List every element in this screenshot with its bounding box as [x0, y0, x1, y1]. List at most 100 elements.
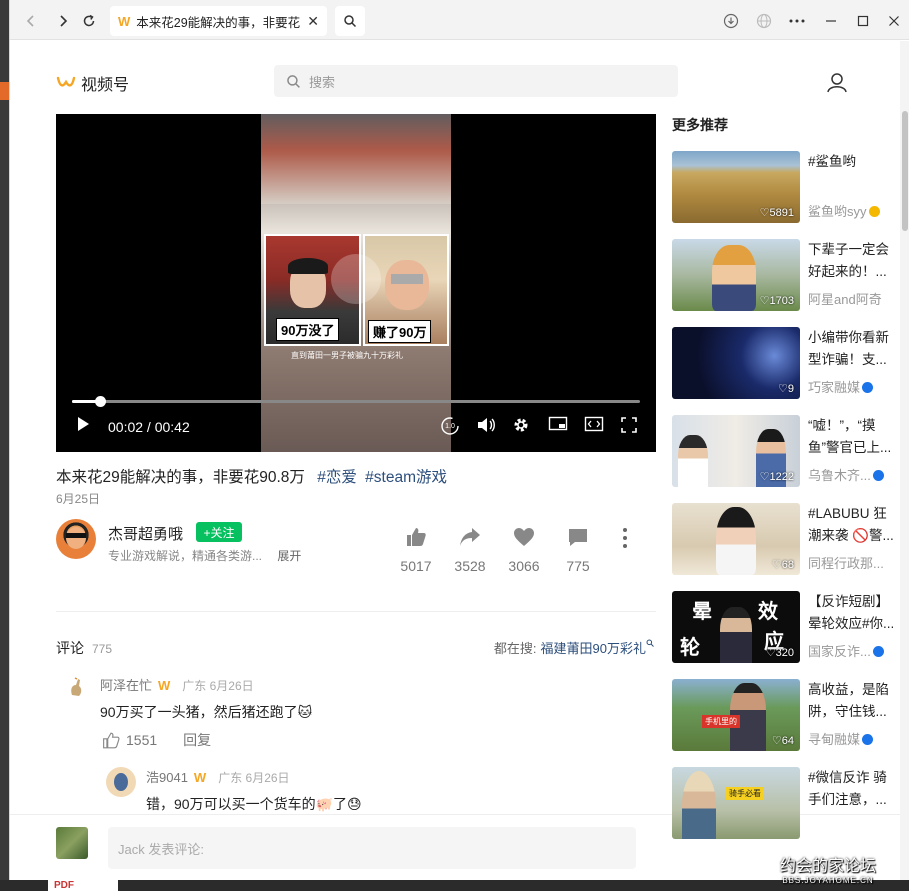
reply-text: 错，90万可以买一个货车的🐖了😓	[146, 796, 362, 812]
more-options-button[interactable]	[622, 527, 628, 554]
recommend-title: 【反诈短剧】晕轮效应#你...	[808, 594, 895, 631]
thumb-figure	[716, 507, 756, 575]
speed-button[interactable]: 1.0	[440, 416, 460, 436]
comment-input[interactable]: Jack 发表评论:	[108, 827, 636, 869]
menu-button[interactable]	[786, 10, 808, 32]
recommend-item[interactable]: ♡1222 “嘘！”，“摸鱼”警官已上... 乌鲁木齐...	[672, 415, 898, 489]
share-button[interactable]: 3528	[448, 527, 492, 574]
comment-avatar[interactable]	[64, 675, 88, 699]
author-avatar[interactable]	[56, 519, 96, 559]
widescreen-button[interactable]	[584, 416, 604, 432]
channels-logo-icon	[56, 76, 76, 87]
brand-name: 视频号	[81, 77, 130, 94]
recommend-thumb: ♡1703	[672, 239, 800, 311]
comment-author-name[interactable]: 阿泽在忙	[100, 678, 152, 693]
recommend-author: 同程行政那...	[808, 556, 884, 571]
recommend-likes: ♡68	[771, 559, 794, 571]
active-tab[interactable]: W 本来花29能解决的事，非要花 ✕	[110, 6, 327, 36]
window-close-button[interactable]	[883, 10, 905, 32]
like-count: 5017	[400, 558, 432, 574]
settings-button[interactable]	[512, 416, 530, 434]
globe-icon	[756, 13, 772, 29]
recommend-title: 小编带你看新型诈骗！支...	[808, 330, 889, 367]
gear-icon	[514, 418, 528, 432]
expand-button[interactable]: 展开	[277, 549, 301, 563]
reply-author: 浩9041 W 广东 6月26日	[146, 767, 290, 786]
reply-meta: 广东 6月26日	[218, 771, 290, 785]
comment-button[interactable]: 775	[556, 527, 600, 574]
video-caption-left: 90万没了	[276, 318, 340, 341]
video-player[interactable]: 90万没了 赚了90万 直到莆田一男子被骗九十万彩礼 00:02 / 00:42…	[56, 114, 656, 452]
my-avatar	[56, 827, 88, 859]
divider	[56, 611, 656, 612]
recommend-item[interactable]: 晕 效 轮 应 ♡320 【反诈短剧】晕轮效应#你... 国家反诈...	[672, 591, 898, 665]
recommend-item[interactable]: ♡5891 #鲨鱼哟 鲨鱼哟syy	[672, 151, 898, 225]
video-blur-area	[261, 114, 451, 204]
comments-label: 评论	[56, 640, 84, 656]
scrollbar-thumb[interactable]	[902, 111, 908, 231]
thumbs-up-icon[interactable]	[102, 732, 120, 749]
author-description: 专业游戏解说，精通各类游... 展开	[108, 547, 301, 564]
tab-close-button[interactable]: ✕	[307, 13, 319, 30]
thumb-label: 骑手必看	[726, 787, 764, 800]
back-button[interactable]	[20, 10, 42, 32]
author-desc-text: 专业游戏解说，精通各类游...	[108, 549, 263, 563]
thumbs-up-icon	[407, 528, 426, 546]
video-title: 本来花29能解决的事，非要花90.8万 #恋爱 #steam游戏	[56, 465, 447, 487]
hashtag-link[interactable]: #恋爱	[317, 469, 357, 486]
recommend-item[interactable]: ♡1703 下辈子一定会好起来的！... 阿星and阿奇	[672, 239, 898, 313]
comment-author: 阿泽在忙 W 广东 6月26日	[100, 675, 254, 694]
minimize-button[interactable]	[820, 10, 842, 32]
author-name[interactable]: 杰哥超勇哦	[108, 523, 183, 544]
follow-button[interactable]: +关注	[196, 522, 242, 542]
recommend-item[interactable]: ♡9 小编带你看新型诈骗！支... 巧家融媒	[672, 327, 898, 401]
progress-bar[interactable]	[72, 396, 640, 407]
like-button[interactable]: 5017	[394, 527, 438, 574]
thumb-figure	[682, 771, 716, 839]
recommend-item[interactable]: 手机里的 ♡64 高收益，是陷阱，守住钱... 寻甸融媒	[672, 679, 898, 753]
maximize-button[interactable]	[852, 10, 874, 32]
play-button[interactable]	[76, 416, 90, 432]
favorite-button[interactable]: 3066	[502, 527, 546, 574]
video-play-overlay	[331, 254, 381, 304]
thumb-char: 轮	[680, 637, 700, 659]
page-content: 视频号 搜索 90万没了 赚了90万 直到莆田一男子被骗九十万彩礼 00:02 …	[10, 41, 900, 880]
brand[interactable]: 视频号	[56, 71, 129, 95]
volume-button[interactable]	[476, 416, 496, 434]
avatar-glasses	[66, 533, 86, 538]
reply-button[interactable]: 回复	[183, 730, 211, 750]
profile-button[interactable]	[826, 71, 848, 98]
recommend-item[interactable]: 骑手必看 #微信反诈 骑手们注意，...	[672, 767, 898, 841]
forward-button[interactable]	[52, 10, 74, 32]
fullscreen-button[interactable]	[620, 416, 638, 434]
globe-button[interactable]	[753, 10, 775, 32]
page-scrollbar[interactable]	[900, 41, 909, 880]
hashtag-link[interactable]: #steam游戏	[365, 469, 447, 486]
recommend-item[interactable]: ♡68 #LABUBU 狂潮来袭 🚫警... 同程行政那...	[672, 503, 898, 577]
person-left-hair	[288, 258, 328, 274]
favorite-count: 3066	[508, 558, 540, 574]
reply-avatar[interactable]	[106, 767, 136, 797]
verified-icon	[868, 206, 880, 217]
recommend-author: 鲨鱼哟syy	[808, 201, 898, 220]
comment-text: 90万买了一头猪，然后猪还跑了🐱	[100, 704, 313, 720]
progress-knob[interactable]	[95, 396, 107, 407]
recommend-thumb: 骑手必看	[672, 767, 800, 839]
recommend-title: 下辈子一定会好起来的！...	[808, 242, 889, 279]
tab-search-button[interactable]	[335, 6, 365, 36]
comments-header: 评论 775	[56, 638, 112, 658]
recommend-heading: 更多推荐	[672, 117, 728, 133]
also-search[interactable]: 都在搜: 福建莆田90万彩礼	[494, 638, 654, 657]
desktop-background	[0, 0, 9, 891]
recommend-thumb: ♡5891	[672, 151, 800, 223]
reload-button[interactable]	[78, 10, 100, 32]
desktop-pdf-window: PDF	[48, 880, 118, 891]
download-button[interactable]	[720, 10, 742, 32]
also-search-query[interactable]: 福建莆田90万彩礼	[541, 641, 646, 656]
watermark-url: BBS.JOYAHOME.CN	[782, 876, 874, 885]
search-input[interactable]: 搜索	[274, 65, 678, 97]
reply-avatar-figure	[114, 773, 128, 791]
desktop-marker	[0, 82, 9, 100]
cast-button[interactable]	[548, 416, 568, 432]
reply-author-name[interactable]: 浩9041	[146, 770, 188, 785]
